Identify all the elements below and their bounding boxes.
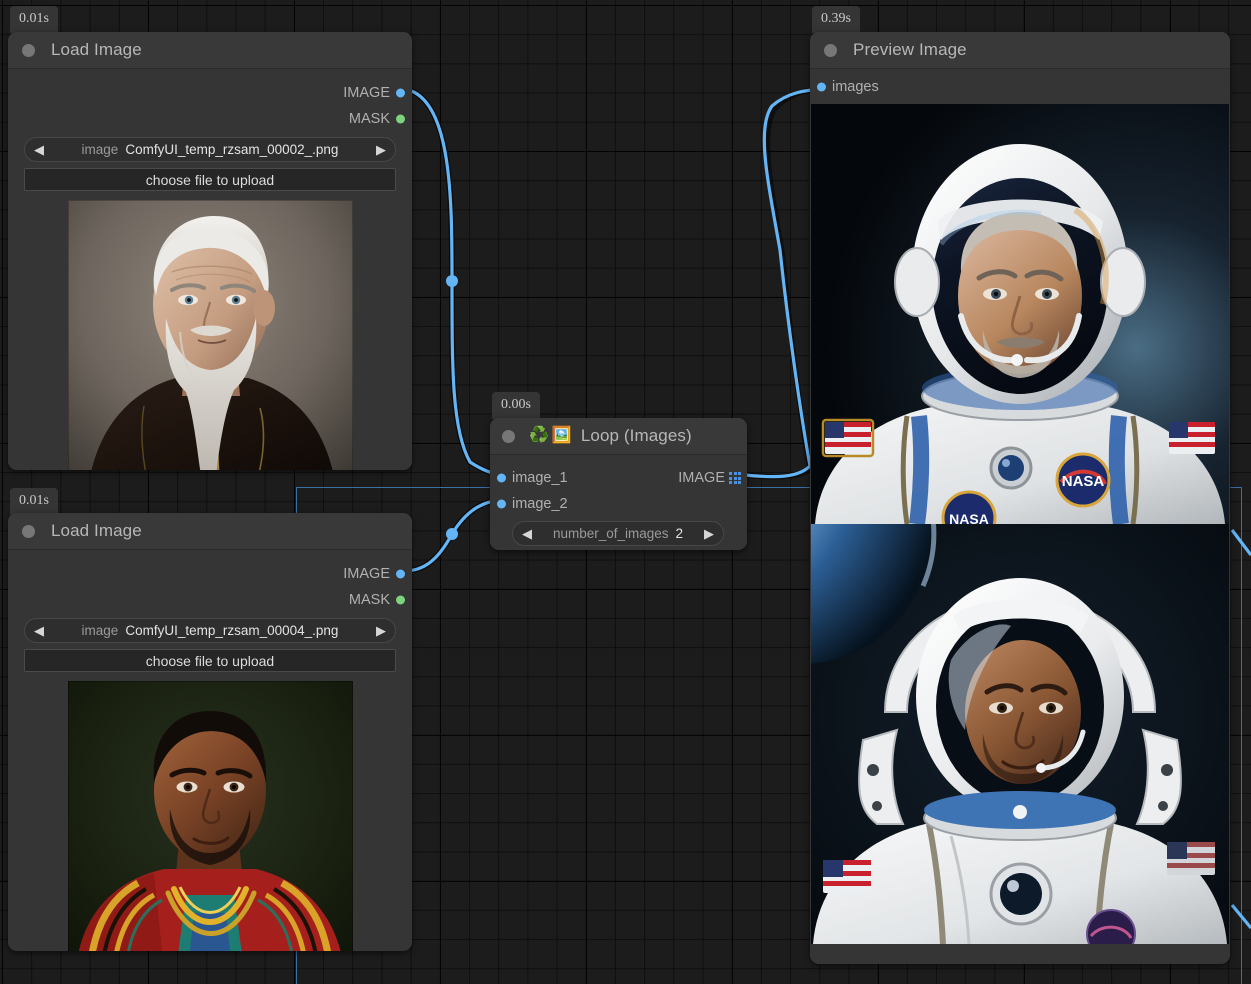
chevron-left-icon[interactable]: ◀ [522,527,532,540]
widget-number-of-images-combo[interactable]: ◀ number_of_images 2 ▶ [512,521,724,546]
output-slot-image[interactable]: IMAGE [8,561,412,587]
output-slot-label: MASK [349,592,390,608]
output-port-mask-icon[interactable] [396,115,405,124]
input-slot-label: images [832,79,879,95]
node-preview-image[interactable]: Preview Image images [810,32,1230,964]
node-header[interactable]: Preview Image [810,32,1230,69]
node-load-image-1[interactable]: Load Image IMAGE MASK ◀ image ComfyUI_te… [8,32,412,470]
list-output-grid-icon[interactable] [729,472,741,484]
widget-value: 2 [676,526,684,541]
exec-time-badge-load-image-1: 0.01s [10,6,58,33]
node-load-image-2[interactable]: Load Image IMAGE MASK ◀ image ComfyUI_te… [8,513,412,951]
exec-time-badge-preview-image: 0.39s [812,6,860,33]
collapse-dot-icon[interactable] [502,430,515,443]
widget-value: ComfyUI_temp_rzsam_00004_.png [125,623,338,638]
node-header[interactable]: ♻️ 🖼️ Loop (Images) [490,418,747,455]
image-preview-elder [68,200,353,470]
chevron-right-icon[interactable]: ▶ [704,527,714,540]
recycle-icon: ♻️ [529,428,549,444]
choose-file-to-upload-button[interactable]: choose file to upload [24,649,396,672]
widget-label: number_of_images [553,526,669,541]
widget-image-combo[interactable]: ◀ image ComfyUI_temp_rzsam_00002_.png ▶ [24,137,396,162]
widget-image-combo[interactable]: ◀ image ComfyUI_temp_rzsam_00004_.png ▶ [24,618,396,643]
widget-label: image [82,142,119,157]
output-port-mask-icon[interactable] [396,596,405,605]
image-preview-astronaut-elder: NASA NASA [811,104,1229,524]
output-slot-label: MASK [349,111,390,127]
output-port-image-icon[interactable] [396,89,405,98]
widget-value: ComfyUI_temp_rzsam_00002_.png [125,142,338,157]
node-body: image_1 IMAGE image_2 ◀ number_of_images… [490,455,747,546]
output-slot-mask[interactable]: MASK [8,587,412,613]
output-slot-label: IMAGE [678,470,725,486]
output-slot-label: IMAGE [343,566,390,582]
svg-text:NASA: NASA [949,511,989,524]
node-title: Load Image [51,40,142,60]
node-title: Load Image [51,521,142,541]
chevron-right-icon[interactable]: ▶ [376,624,386,637]
output-slot-image[interactable]: IMAGE [8,80,412,106]
node-graph-canvas[interactable]: 0.01s Load Image IMAGE MASK ◀ image Comf… [0,0,1251,984]
node-body: IMAGE MASK ◀ image ComfyUI_temp_rzsam_00… [8,550,412,951]
node-body: images [810,69,1230,944]
node-header[interactable]: Load Image [8,32,412,69]
chevron-left-icon[interactable]: ◀ [34,624,44,637]
choose-file-to-upload-button[interactable]: choose file to upload [24,168,396,191]
output-port-image-icon[interactable] [396,570,405,579]
collapse-dot-icon[interactable] [22,525,35,538]
framed-picture-icon: 🖼️ [552,428,572,444]
svg-text:NASA: NASA [1062,473,1105,490]
button-label: choose file to upload [146,653,274,669]
input-port-images-icon[interactable] [817,83,826,92]
node-body: IMAGE MASK ◀ image ComfyUI_temp_rzsam_00… [8,69,412,470]
output-slot-label: IMAGE [343,85,390,101]
exec-time-badge-load-image-2: 0.01s [10,488,58,515]
input-slot-images[interactable]: images [810,74,1230,100]
collapse-dot-icon[interactable] [22,44,35,57]
slot-row-image-2[interactable]: image_2 [490,491,747,517]
image-preview-kente [68,681,353,951]
node-title: Preview Image [853,40,967,60]
output-slot-mask[interactable]: MASK [8,106,412,132]
node-header[interactable]: Load Image [8,513,412,550]
input-slot-label: image_1 [512,470,568,486]
input-port-image-2-icon[interactable] [497,500,506,509]
slot-row-image-1[interactable]: image_1 IMAGE [490,465,747,491]
node-loop-images[interactable]: ♻️ 🖼️ Loop (Images) image_1 IMAGE image_… [490,418,747,550]
chevron-right-icon[interactable]: ▶ [376,143,386,156]
input-port-image-1-icon[interactable] [497,474,506,483]
node-title: Loop (Images) [581,426,692,446]
widget-label: image [82,623,119,638]
collapse-dot-icon[interactable] [824,44,837,57]
exec-time-badge-loop-images: 0.00s [492,392,540,419]
button-label: choose file to upload [146,172,274,188]
image-preview-astronaut-earth [811,524,1229,944]
input-slot-label: image_2 [512,496,568,512]
chevron-left-icon[interactable]: ◀ [34,143,44,156]
